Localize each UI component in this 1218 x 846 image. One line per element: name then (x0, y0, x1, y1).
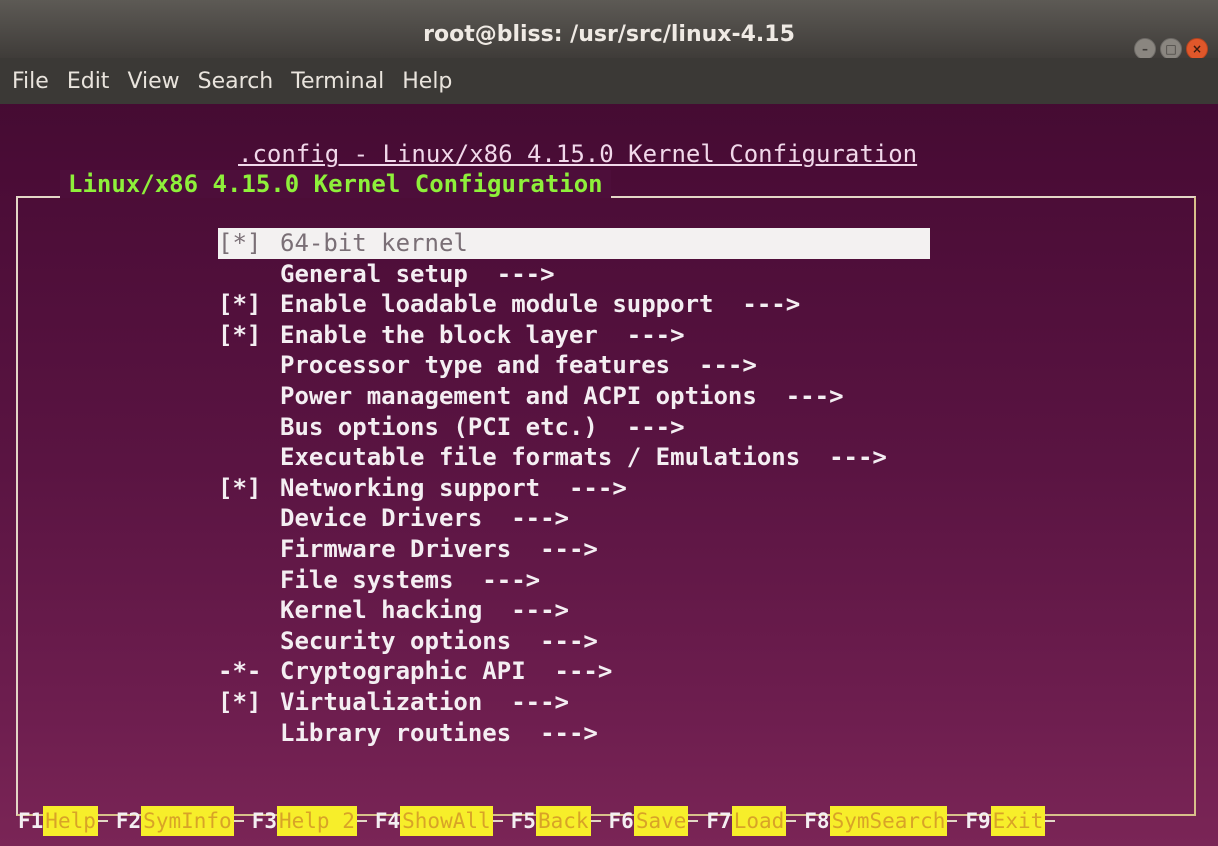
config-item-label: Executable file formats / Emulations ---… (280, 443, 887, 472)
close-icon[interactable]: × (1186, 38, 1208, 60)
fkey-help-button[interactable]: Help (43, 806, 98, 836)
fkey-showall-button[interactable]: ShowAll (400, 806, 493, 836)
terminal-window: root@bliss: /usr/src/linux-4.15 – □ × Fi… (0, 0, 1218, 846)
config-item-label: Power management and ACPI options ---> (280, 381, 844, 410)
fkey-separator (97, 820, 108, 822)
fkey-separator (590, 820, 601, 822)
fkey-save-button[interactable]: Save (633, 806, 689, 836)
config-item-processor[interactable]: Processor type and features ---> (218, 350, 938, 381)
fkey-separator (786, 820, 797, 822)
fkey-separator (492, 820, 503, 822)
config-item-loadable-modules[interactable]: [*] Enable loadable module support ---> (218, 289, 938, 320)
config-item-networking[interactable]: [*] Networking support ---> (218, 473, 938, 504)
fkey-number: F9 (965, 809, 991, 833)
config-item-kernel-hacking[interactable]: Kernel hacking ---> (218, 595, 938, 626)
config-item-mark (218, 412, 280, 443)
config-item-label: Enable loadable module support ---> (280, 290, 801, 319)
config-item-mark: [*] (218, 290, 262, 319)
config-item-mark (218, 626, 280, 657)
config-item-power-management[interactable]: Power management and ACPI options ---> (218, 381, 938, 412)
config-item-label: 64-bit kernel (280, 229, 468, 257)
title-bar[interactable]: root@bliss: /usr/src/linux-4.15 – □ × (0, 0, 1218, 60)
config-title: .config - Linux/x86 4.15.0 Kernel Config… (238, 140, 918, 168)
fkey-back-button[interactable]: Back (535, 806, 591, 836)
config-item-mark: [*] (218, 320, 262, 349)
config-item-mark: [*] (218, 473, 262, 502)
config-item-mark (218, 381, 280, 412)
frame-title: Linux/x86 4.15.0 Kernel Configuration (60, 170, 611, 198)
config-item-label: Firmware Drivers ---> (280, 534, 598, 563)
fkey-symsearch-button[interactable]: SymSearch (829, 806, 948, 836)
menu-terminal[interactable]: Terminal (285, 69, 390, 94)
config-item-label: Library routines ---> (280, 718, 598, 747)
menu-edit[interactable]: Edit (61, 69, 116, 94)
minimize-icon[interactable]: – (1134, 38, 1156, 60)
config-item-mark: [*] (218, 687, 262, 716)
fkey-separator (233, 820, 244, 822)
config-item-label: Virtualization ---> (280, 687, 569, 716)
window-title: root@bliss: /usr/src/linux-4.15 (423, 22, 795, 47)
config-menu-list: [*] 64-bit kernel General setup ---> [*] E… (218, 228, 938, 748)
config-item-firmware-drivers[interactable]: Firmware Drivers ---> (218, 534, 938, 565)
config-item-mark (218, 565, 280, 596)
config-item-library-routines[interactable]: Library routines ---> (218, 718, 938, 749)
config-item-label: Bus options (PCI etc.) ---> (280, 412, 685, 441)
fkey-separator (947, 820, 958, 822)
config-item-label: Kernel hacking ---> (280, 596, 569, 625)
config-item-label: Cryptographic API ---> (280, 657, 613, 686)
window-controls: – □ × (1134, 38, 1208, 60)
config-item-label: Security options ---> (280, 626, 598, 655)
function-key-bar: F1 Help F2 SymInfo F3 Help 2 F4 ShowAll F5 Ba… (10, 804, 1190, 838)
fkey-number: F8 (804, 809, 830, 833)
fkey-number: F4 (374, 809, 401, 833)
config-item-mark (218, 718, 280, 749)
config-item-label: Processor type and features ---> (280, 351, 757, 380)
fkey-exit-button[interactable]: Exit (990, 806, 1046, 836)
config-item-security-options[interactable]: Security options ---> (218, 626, 938, 657)
fkey-number: F6 (608, 809, 634, 833)
fkey-separator (688, 820, 699, 822)
menu-help[interactable]: Help (396, 69, 458, 94)
fkey-separator (1045, 820, 1056, 822)
fkey-load-button[interactable]: Load (731, 806, 787, 836)
config-item-mark (218, 595, 280, 626)
config-item-label: Enable the block layer ---> (280, 320, 685, 349)
menu-bar: File Edit View Search Terminal Help (0, 58, 1218, 104)
menu-view[interactable]: View (121, 69, 185, 94)
config-item-general-setup[interactable]: General setup ---> (218, 259, 938, 290)
fkey-number: F7 (706, 809, 732, 833)
fkey-number: F3 (251, 809, 277, 833)
config-item-label: File systems ---> (280, 565, 541, 594)
fkey-syminfo-button[interactable]: SymInfo (141, 806, 234, 836)
config-item-mark: -*- (218, 657, 262, 686)
menu-search[interactable]: Search (192, 69, 280, 94)
menu-file[interactable]: File (6, 69, 55, 94)
config-item-bus-options[interactable]: Bus options (PCI etc.) ---> (218, 412, 938, 443)
config-item-mark (218, 259, 280, 290)
config-item-virtualization[interactable]: [*] Virtualization ---> (218, 687, 938, 718)
config-item-executable-formats[interactable]: Executable file formats / Emulations ---… (218, 442, 938, 473)
config-item-file-systems[interactable]: File systems ---> (218, 565, 938, 596)
config-item-label: Networking support ---> (280, 473, 627, 502)
fkey-number: F5 (510, 809, 536, 833)
fkey-help2-button[interactable]: Help 2 (276, 806, 357, 836)
config-item-mark (218, 350, 280, 381)
fkey-number: F2 (115, 809, 142, 833)
config-item-mark (218, 503, 280, 534)
config-item-64-bit-kernel[interactable]: [*] 64-bit kernel (218, 228, 930, 259)
config-item-mark (218, 442, 280, 473)
fkey-separator (356, 820, 367, 822)
config-item-mark: [*] (218, 229, 262, 257)
terminal-area[interactable]: .config - Linux/x86 4.15.0 Kernel Config… (0, 104, 1218, 846)
config-item-label: General setup ---> (280, 259, 555, 288)
config-item-mark (218, 534, 280, 565)
config-item-cryptographic-api[interactable]: -*- Cryptographic API ---> (218, 656, 938, 687)
fkey-number: F1 (18, 809, 44, 833)
config-item-label: Device Drivers ---> (280, 504, 569, 533)
config-item-device-drivers[interactable]: Device Drivers ---> (218, 503, 938, 534)
maximize-icon[interactable]: □ (1160, 38, 1182, 60)
config-item-block-layer[interactable]: [*] Enable the block layer ---> (218, 320, 938, 351)
